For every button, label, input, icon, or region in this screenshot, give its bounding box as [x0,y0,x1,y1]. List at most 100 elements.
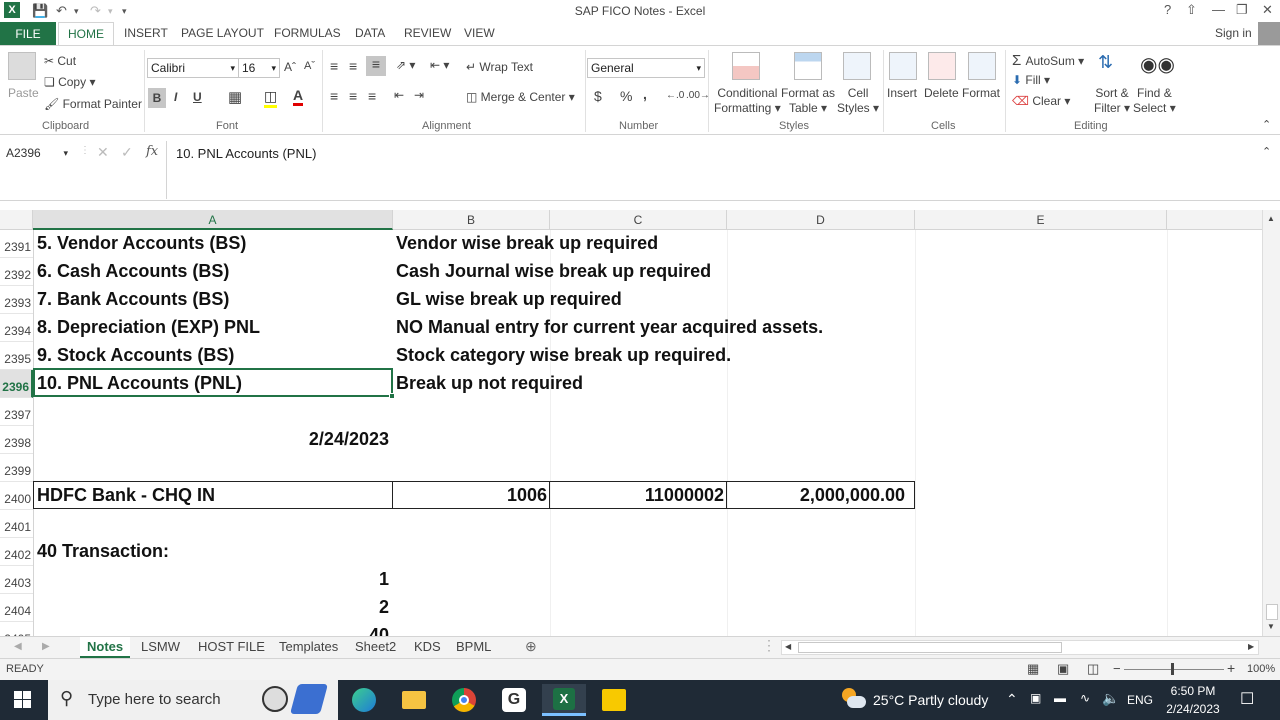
sheet-tab-templates[interactable]: Templates [279,639,338,654]
scroll-up-icon[interactable]: ▲ [1267,214,1275,223]
sheet-tab-sheet2[interactable]: Sheet2 [355,639,396,654]
windows-start-icon[interactable] [14,691,32,709]
clock-date[interactable]: 2/24/2023 [1158,702,1228,716]
add-sheet-icon[interactable]: ⊕ [525,638,537,655]
row-header[interactable]: 2398 [0,426,33,454]
format-cells-button[interactable]: Format [962,86,1000,100]
select-all-corner[interactable] [0,210,33,230]
row-header-selected[interactable]: 2396 [0,370,33,398]
conditional-formatting-button[interactable]: Conditional Formatting ▾ [714,86,781,116]
wrap-text-button[interactable]: ↵ Wrap Text [466,60,533,74]
decrease-indent-icon[interactable]: ⇤ [394,88,404,102]
orientation-icon[interactable]: ⇗ ▾ [396,58,415,72]
cell-b2400[interactable]: 1006 [393,485,547,506]
cell-b2394[interactable]: NO Manual entry for current year acquire… [396,317,823,338]
vertical-scrollbar[interactable]: ▲ ▼ [1262,210,1280,636]
page-break-view-icon[interactable]: ◫ [1087,661,1099,677]
currency-button[interactable]: $ [594,88,602,104]
column-header-f[interactable] [1167,210,1262,230]
vertical-scroll-thumb[interactable] [1266,604,1278,620]
prev-sheet-icon[interactable]: ◀ [14,641,22,652]
autosum-button[interactable]: Σ AutoSum ▾ [1012,52,1084,69]
cell-a2405[interactable]: 40 [37,625,389,636]
next-sheet-icon[interactable]: ▶ [42,641,50,652]
weather-text[interactable]: 25°C Partly cloudy [873,692,988,708]
sheet-tab-bpml[interactable]: BPML [456,639,491,654]
clock-time[interactable]: 6:50 PM [1162,684,1224,698]
taskbar-app-sticky[interactable] [592,684,636,716]
cell-a2395[interactable]: 9. Stock Accounts (BS) [37,345,234,366]
tab-page-layout[interactable]: PAGE LAYOUT [181,26,264,40]
cell-b2393[interactable]: GL wise break up required [396,289,622,310]
decrease-decimal-icon[interactable]: .00→ [686,90,710,101]
page-layout-view-icon[interactable]: ▣ [1057,661,1069,677]
increase-font-icon[interactable]: Aˆ [284,60,296,74]
taskbar-search-box[interactable]: ⚲ Type here to search [48,680,338,720]
cut-button[interactable]: ✂ Cut [44,54,76,68]
column-header-d[interactable]: D [727,210,915,230]
row-header[interactable]: 2399 [0,454,33,482]
sheet-tab-host-file[interactable]: HOST FILE [198,639,265,654]
horizontal-scrollbar[interactable]: ◀ ▶ [781,640,1259,655]
row-header[interactable]: 2404 [0,594,33,622]
font-color-icon[interactable]: A [293,88,304,106]
cell-a2398[interactable]: 2/24/2023 [37,429,389,450]
decrease-font-icon[interactable]: Aˇ [304,60,315,72]
tab-review[interactable]: REVIEW [404,26,451,40]
bold-button[interactable]: B [148,88,166,108]
fill-color-icon[interactable]: ◫ [264,88,278,108]
cell-b2392[interactable]: Cash Journal wise break up required [396,261,711,282]
drag-handle-icon[interactable]: ⋮ [80,145,90,156]
taskbar-app-chrome[interactable] [442,684,486,716]
formula-input[interactable]: 10. PNL Accounts (PNL) [176,146,316,161]
percent-button[interactable]: % [620,88,632,104]
battery-icon[interactable]: ▬ [1054,691,1066,705]
row-header[interactable]: 2405 [0,622,33,636]
zoom-out-icon[interactable]: − [1113,661,1121,676]
cell-d2400[interactable]: 2,000,000.00 [727,485,905,506]
fill-button[interactable]: ⬇ Fill ▾ [1012,73,1050,87]
language-indicator[interactable]: ENG [1127,693,1153,707]
align-middle-icon[interactable]: ≡ [349,58,357,74]
volume-icon[interactable]: 🔈 [1102,690,1119,707]
tab-scroll-splitter-icon[interactable]: ⋮ [762,637,776,654]
cell-a2392[interactable]: 6. Cash Accounts (BS) [37,261,229,282]
zoom-slider[interactable] [1124,669,1224,670]
row-header[interactable]: 2397 [0,398,33,426]
cell-b2391[interactable]: Vendor wise break up required [396,233,658,254]
align-right-icon[interactable]: ≡ [368,88,376,104]
paste-button[interactable]: Paste [8,86,39,100]
delete-cells-button[interactable]: Delete [924,86,959,100]
merge-center-button[interactable]: ◫ Merge & Center ▾ [466,90,575,104]
minimize-icon[interactable]: — [1212,2,1225,17]
scroll-down-icon[interactable]: ▼ [1267,622,1275,631]
sheet-tab-kds[interactable]: KDS [414,639,441,654]
ribbon-display-options-icon[interactable]: ⇧ [1186,2,1197,18]
collapse-formula-bar-icon[interactable]: ⌃ [1262,145,1271,158]
align-top-icon[interactable]: ≡ [330,58,338,74]
sheet-tab-notes[interactable]: Notes [80,637,131,658]
sheet-tab-lsmw[interactable]: LSMW [141,639,180,654]
borders-icon[interactable]: ▦ [228,88,242,106]
font-name-select[interactable]: Calibri ▾ [147,58,239,78]
cell-a2391[interactable]: 5. Vendor Accounts (BS) [37,233,246,254]
cell-a2404[interactable]: 2 [37,597,389,618]
row-header[interactable]: 2394 [0,314,33,342]
cell-styles-button[interactable]: Cell Styles ▾ [837,86,879,116]
column-header-a[interactable]: A [33,210,393,230]
increase-indent-icon[interactable]: ⇥ [414,88,424,102]
row-header[interactable]: 2392 [0,258,33,286]
row-header[interactable]: 2391 [0,230,33,258]
insert-cells-button[interactable]: Insert [887,86,917,100]
increase-decimal-icon[interactable]: ←.0 [666,90,684,101]
underline-button[interactable]: U [193,90,202,104]
cell-c2400[interactable]: 11000002 [550,485,724,506]
font-size-select[interactable]: 16 ▾ [238,58,280,78]
cell-a2402[interactable]: 40 Transaction: [37,541,169,562]
format-painter-button[interactable]: 🖌 Format Painter [44,97,142,111]
paste-icon[interactable] [8,52,36,80]
row-header[interactable]: 2400 [0,482,33,510]
avatar[interactable] [1258,22,1280,46]
indent-icon[interactable]: ⇤ ▾ [430,58,449,72]
taskbar-app-excel[interactable]: X [542,684,586,716]
